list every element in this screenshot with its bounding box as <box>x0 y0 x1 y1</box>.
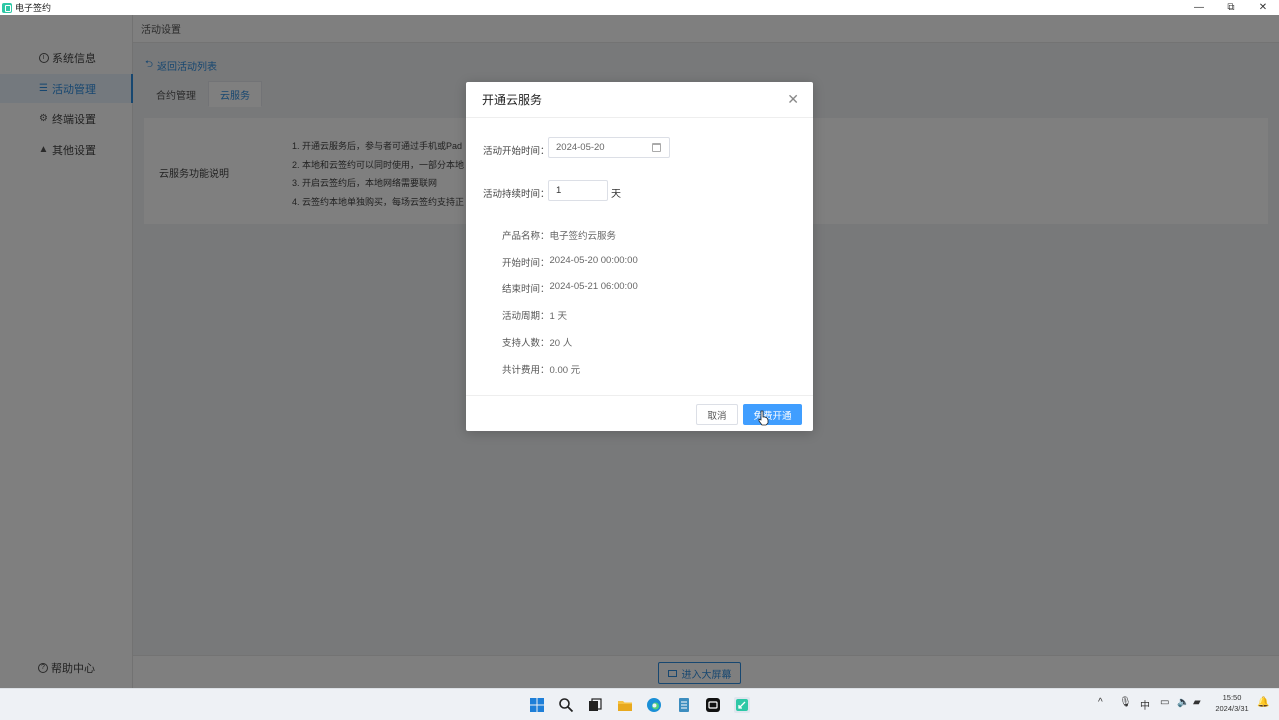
file-explorer-icon[interactable] <box>617 697 633 713</box>
free-activate-button[interactable]: 免费开通 <box>743 404 802 425</box>
info-product-name: 产品名称： 电子签约云服务 <box>502 228 616 242</box>
task-view-icon[interactable] <box>587 697 603 713</box>
clock-date: 2024/3/31 <box>1215 704 1249 713</box>
info-key: 开始时间： <box>502 258 550 269</box>
info-end-time: 结束时间： 2024-05-21 06:00:00 <box>502 281 638 295</box>
duration-label: 活动持续时间： <box>483 189 550 200</box>
info-value: 2024-05-21 06:00:00 <box>549 281 638 292</box>
close-icon[interactable]: ✕ <box>787 92 799 106</box>
info-value: 电子签约云服务 <box>549 231 617 242</box>
info-key: 共计费用： <box>502 365 550 376</box>
info-value: 2024-05-20 00:00:00 <box>549 255 638 266</box>
calendar-icon <box>652 143 661 152</box>
e-sign-app-icon[interactable] <box>734 697 750 713</box>
input-method-indicator[interactable]: 中 <box>1140 697 1150 712</box>
info-period: 活动周期： 1 天 <box>502 308 567 322</box>
network-icon[interactable]: ▭ <box>1160 697 1169 708</box>
search-icon[interactable] <box>558 697 574 713</box>
info-key: 结束时间： <box>502 284 550 295</box>
window-controls: — ⧉ ✕ <box>1183 0 1279 15</box>
start-time-label: 活动开始时间： <box>483 146 550 157</box>
open-cloud-service-dialog: 开通云服务 ✕ 活动开始时间： 2024-05-20 活动持续时间： 1 天 产… <box>466 82 813 431</box>
hand-cursor-icon <box>758 410 769 426</box>
chevron-up-icon[interactable]: ^ <box>1098 697 1103 708</box>
info-key: 产品名称： <box>502 231 550 242</box>
clock-time: 15:50 <box>1222 693 1242 702</box>
cancel-button[interactable]: 取消 <box>696 404 738 425</box>
info-capacity: 支持人数： 20 人 <box>502 335 572 349</box>
title-bar: 电子签约 — ⧉ ✕ <box>0 0 1279 15</box>
microphone-icon[interactable]: 🎙 <box>1119 697 1132 708</box>
volume-icon[interactable]: 🔈 <box>1177 697 1189 708</box>
duration-value: 1 <box>556 185 562 196</box>
taskbar: ^ 🎙 中 ▭ 🔈 ▰ 15:50 2024/3/31 🔔 <box>0 688 1279 720</box>
duration-input[interactable]: 1 <box>548 180 608 201</box>
info-value: 1 天 <box>549 311 567 322</box>
close-window-button[interactable]: ✕ <box>1247 0 1279 15</box>
dialog-title: 开通云服务 <box>482 93 543 107</box>
app-icon <box>2 2 12 13</box>
notepad-icon[interactable] <box>676 697 692 713</box>
terminal-app-icon[interactable] <box>705 697 721 713</box>
minimize-button[interactable]: — <box>1183 0 1215 15</box>
info-start-time: 开始时间： 2024-05-20 00:00:00 <box>502 255 638 269</box>
info-total-cost: 共计费用： 0.00 元 <box>502 362 580 376</box>
edge-browser-icon[interactable] <box>646 697 662 713</box>
info-key: 活动周期： <box>502 311 550 322</box>
restore-button[interactable]: ⧉ <box>1215 0 1247 15</box>
notification-bell-icon[interactable]: 🔔 <box>1257 697 1269 708</box>
windows-start-icon[interactable] <box>529 697 545 713</box>
system-clock[interactable]: 15:50 2024/3/31 <box>1211 692 1253 714</box>
window-title: 电子签约 <box>15 3 52 13</box>
start-date-picker[interactable]: 2024-05-20 <box>548 137 670 158</box>
dialog-header: 开通云服务 <box>466 82 813 118</box>
info-value: 20 人 <box>549 338 573 349</box>
info-value: 0.00 元 <box>549 365 581 376</box>
duration-unit: 天 <box>611 189 621 200</box>
start-date-value: 2024-05-20 <box>556 142 605 153</box>
battery-icon[interactable]: ▰ <box>1193 697 1201 708</box>
info-key: 支持人数： <box>502 338 550 349</box>
